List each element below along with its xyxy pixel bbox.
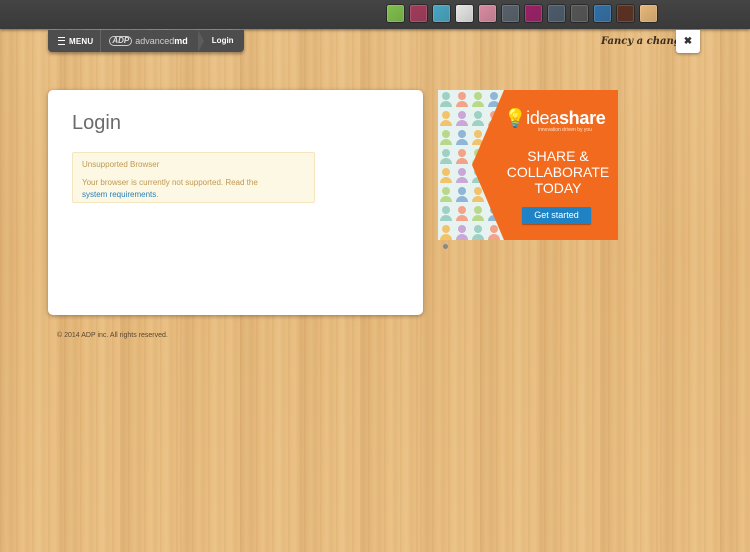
person-icon	[456, 130, 468, 145]
headline-line-3: TODAY	[534, 180, 582, 196]
headline-line-1: SHARE &	[527, 148, 589, 164]
brand-bold: md	[174, 36, 188, 46]
close-icon: ✖	[683, 36, 693, 47]
brand-logo[interactable]: ADP advanced md	[101, 30, 197, 52]
theme-swatch-slate-theme[interactable]	[502, 5, 519, 22]
get-started-button[interactable]: Get started	[522, 207, 591, 224]
alert-body: Your browser is currently not supported.…	[82, 177, 305, 201]
theme-swatches	[387, 5, 657, 22]
ad-tagline: innovation driven by you	[538, 127, 592, 133]
adp-logo: ADP	[109, 36, 133, 46]
ideashare-ad-banner[interactable]: 💡ideashare innovation driven by you SHAR…	[438, 90, 618, 240]
unsupported-browser-alert: Unsupported Browser Your browser is curr…	[72, 152, 315, 203]
system-requirements-link[interactable]: system requirements	[82, 190, 156, 199]
top-bar	[0, 0, 750, 29]
ideashare-logo: 💡ideashare	[504, 108, 606, 129]
ad-headline: SHARE & COLLABORATE TODAY	[498, 148, 618, 196]
brand-prefix: advanced	[135, 36, 175, 46]
person-icon	[440, 130, 452, 145]
theme-swatch-white-theme[interactable]	[456, 5, 473, 22]
person-icon	[440, 111, 452, 126]
person-icon	[456, 168, 468, 183]
breadcrumb-login[interactable]: Login	[204, 30, 244, 52]
menu-button[interactable]: MENU	[48, 30, 102, 52]
alert-tail: .	[156, 190, 159, 199]
copyright-footer: © 2014 ADP inc. All rights reserved.	[57, 332, 168, 339]
person-icon	[440, 206, 452, 221]
theme-swatch-teal-theme[interactable]	[433, 5, 450, 22]
person-icon	[456, 149, 468, 164]
person-icon	[440, 149, 452, 164]
hamburger-icon	[58, 37, 65, 45]
theme-swatch-steel-theme[interactable]	[548, 5, 565, 22]
theme-swatch-walnut-theme[interactable]	[617, 5, 634, 22]
person-icon	[456, 225, 468, 240]
alert-title: Unsupported Browser	[82, 160, 160, 169]
person-icon	[456, 111, 468, 126]
person-icon	[456, 206, 468, 221]
person-icon	[440, 187, 452, 202]
carousel-dot[interactable]	[443, 244, 448, 249]
headline-line-2: COLLABORATE	[506, 164, 610, 180]
person-icon	[440, 225, 452, 240]
theme-swatch-wood-theme[interactable]	[640, 5, 657, 22]
close-button[interactable]: ✖	[676, 30, 700, 53]
menu-label: MENU	[69, 36, 94, 46]
login-card: Login Unsupported Browser Your browser i…	[48, 90, 423, 315]
theme-swatch-green-theme[interactable]	[387, 5, 404, 22]
theme-swatch-blue-theme[interactable]	[594, 5, 611, 22]
theme-swatch-pink-theme[interactable]	[479, 5, 496, 22]
theme-swatch-charcoal-theme[interactable]	[571, 5, 588, 22]
person-icon	[440, 92, 452, 107]
logo-bold: share	[558, 108, 606, 128]
nav-bar: MENU ADP advanced md Login	[48, 30, 244, 52]
person-icon	[456, 187, 468, 202]
alert-text: Your browser is currently not supported.…	[82, 178, 258, 187]
logo-light: idea	[526, 108, 559, 128]
theme-swatch-berry-theme[interactable]	[410, 5, 427, 22]
person-icon	[456, 92, 468, 107]
person-icon	[440, 168, 452, 183]
page-title: Login	[72, 112, 121, 134]
theme-swatch-magenta-theme[interactable]	[525, 5, 542, 22]
lightbulb-icon: 💡	[504, 108, 527, 128]
